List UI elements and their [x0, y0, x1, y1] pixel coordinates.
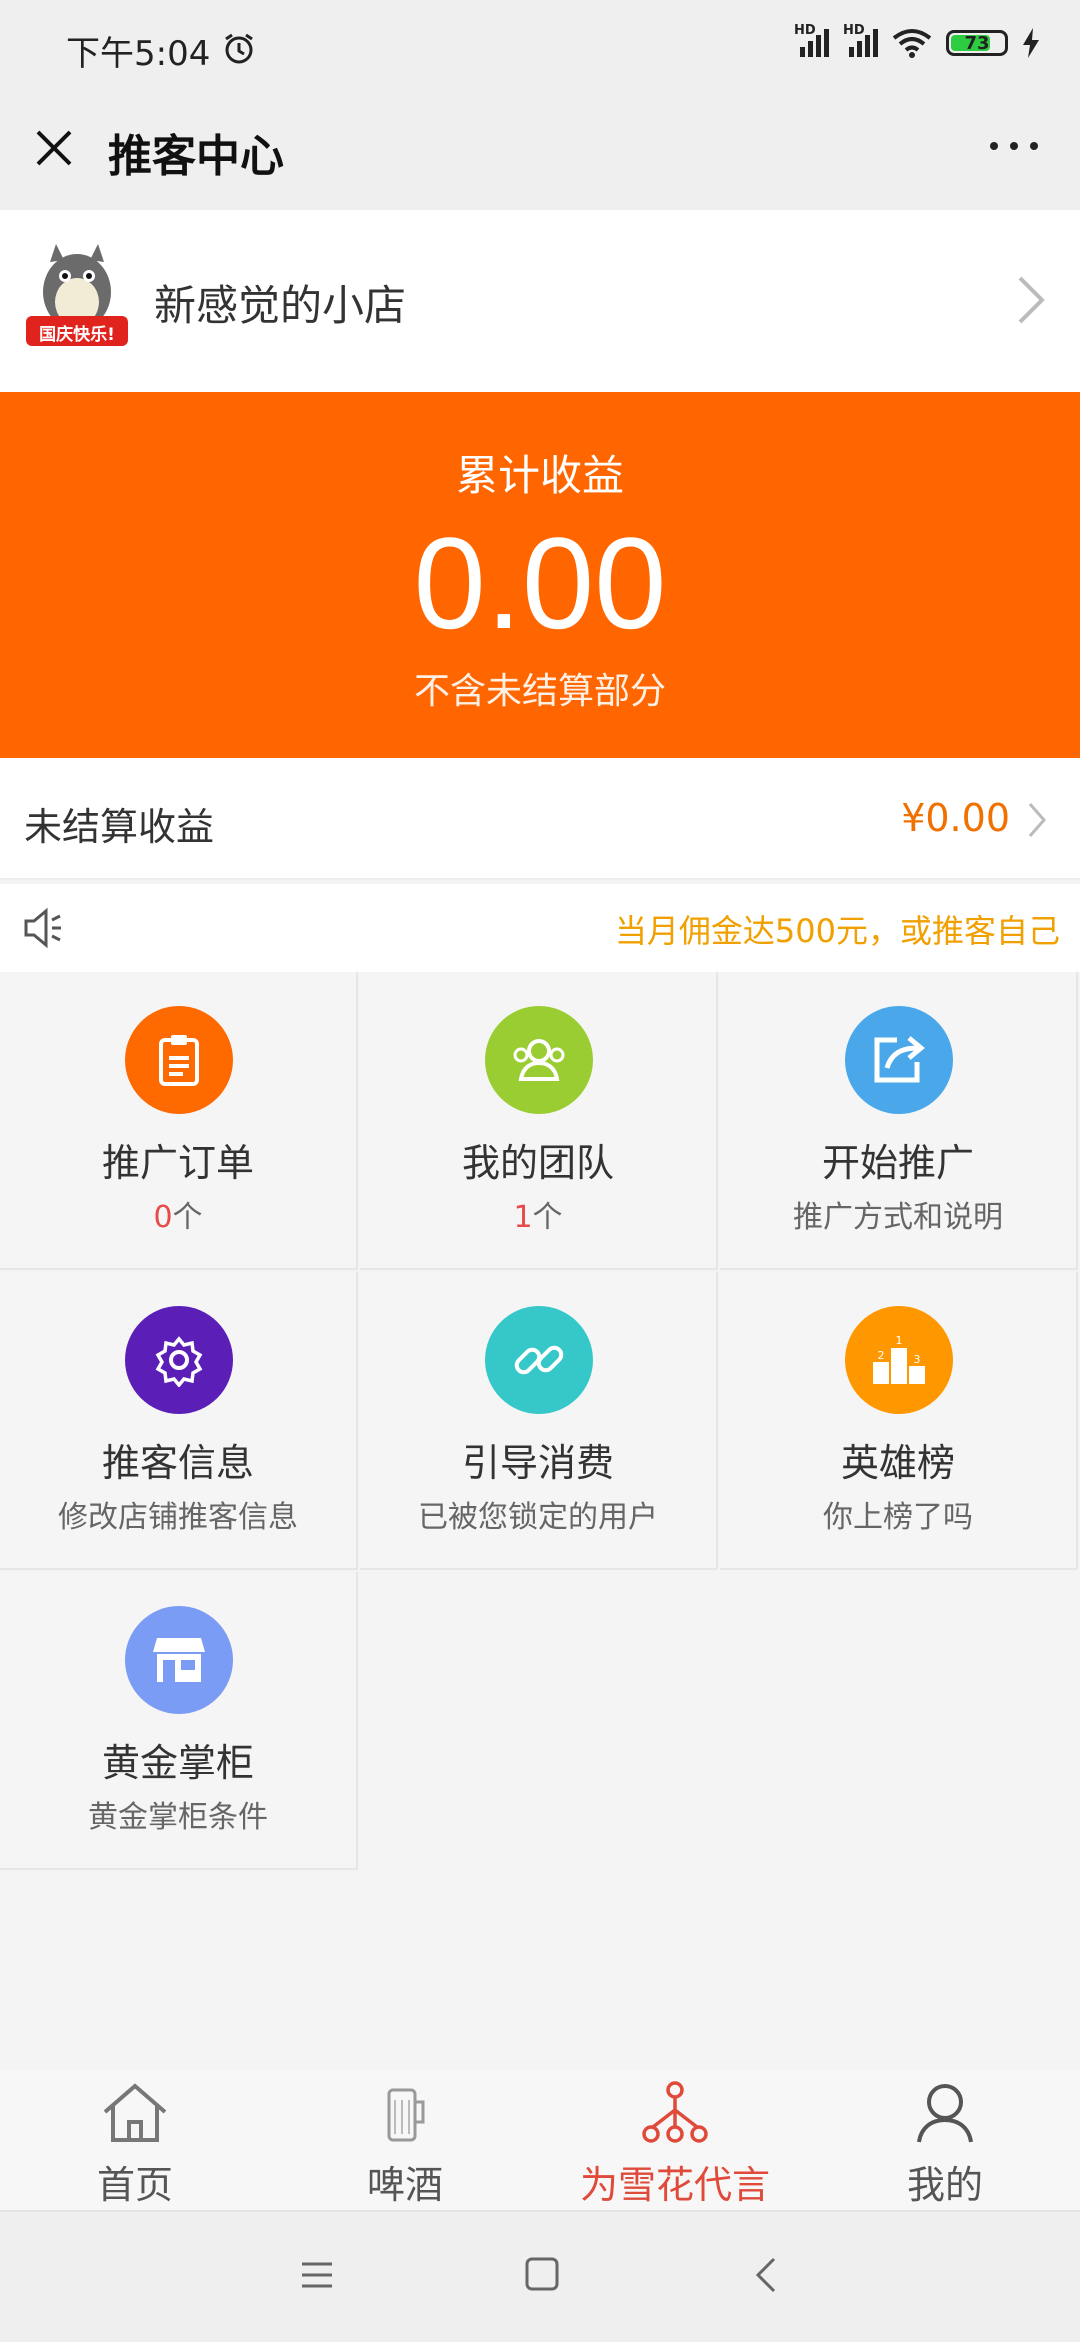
beer-icon	[387, 2088, 425, 2142]
more-menu-icon[interactable]	[990, 142, 1038, 150]
grid-item-promoter-info[interactable]: 推客信息 修改店铺推客信息	[0, 1272, 358, 1570]
unsettled-value: ¥0.00	[901, 796, 1010, 840]
grid-item-subtitle: 你上榜了吗	[823, 1500, 973, 1535]
avatar-badge-text: 国庆快乐!	[39, 325, 115, 345]
user-icon	[917, 2084, 973, 2143]
nav-label: 啤酒	[366, 2163, 443, 2207]
grid-item-subtitle: 已被您锁定的用户	[418, 1500, 658, 1535]
svg-text:1: 1	[896, 1334, 903, 1347]
grid-item-my-team[interactable]: 我的团队 1个	[360, 972, 718, 1270]
nav-label: 我的	[906, 2163, 983, 2207]
grid-item-title: 英雄榜	[840, 1441, 955, 1485]
grid-item-title: 推客信息	[101, 1441, 254, 1485]
chevron-right-icon	[1026, 800, 1048, 844]
chevron-right-icon	[1014, 272, 1048, 332]
share-icon	[845, 1006, 953, 1114]
grid-item-subtitle: 推广方式和说明	[793, 1200, 1003, 1235]
order-count: 0	[153, 1200, 173, 1235]
wifi-icon	[892, 29, 932, 58]
back-icon[interactable]	[752, 2256, 782, 2298]
earnings-note: 不含未结算部分	[413, 671, 666, 712]
home-square-icon[interactable]	[524, 2256, 560, 2296]
status-time: 下午5:04	[66, 34, 211, 74]
grid-item-promo-orders[interactable]: 推广订单 0个	[0, 972, 358, 1270]
grid-item-gold-manager[interactable]: 黄金掌柜 黄金掌柜条件	[0, 1572, 358, 1870]
notice-text: 当月佣金达500元，或推客自己	[614, 912, 1060, 950]
menu-icon[interactable]	[300, 2258, 334, 2296]
gear-icon	[125, 1306, 233, 1414]
battery-icon: 73	[946, 30, 1008, 56]
alarm-icon	[222, 32, 256, 70]
page-title: 推客中心	[108, 131, 284, 182]
grid-item-title: 引导消费	[461, 1441, 614, 1485]
team-count: 1	[513, 1200, 533, 1235]
svg-text:3: 3	[914, 1353, 921, 1366]
count-unit: 个	[532, 1200, 563, 1235]
grid-item-start-promo[interactable]: 开始推广 推广方式和说明	[720, 972, 1078, 1270]
network-icon	[642, 2081, 708, 2143]
close-icon[interactable]	[30, 124, 78, 176]
nav-label: 首页	[96, 2163, 173, 2207]
svg-text:2: 2	[878, 1349, 885, 1362]
grid-item-subtitle: 黄金掌柜条件	[88, 1800, 268, 1835]
earnings-banner: 累计收益 0.00 不含未结算部分	[0, 392, 1080, 758]
home-icon	[103, 2083, 167, 2142]
grid-item-title: 推广订单	[101, 1141, 254, 1185]
nav-endorse[interactable]: 为雪花代言	[540, 2080, 810, 2209]
earnings-label: 累计收益	[455, 451, 624, 500]
signal-icon: HD	[794, 23, 829, 57]
speaker-icon	[22, 906, 66, 954]
grid-item-title: 我的团队	[461, 1141, 614, 1185]
nav-home[interactable]: 首页	[0, 2080, 270, 2209]
store-icon	[125, 1606, 233, 1714]
nav-beer[interactable]: 啤酒	[270, 2080, 540, 2209]
link-icon	[485, 1306, 593, 1414]
team-icon	[485, 1006, 593, 1114]
clipboard-icon	[125, 1006, 233, 1114]
grid-item-guide-consumption[interactable]: 引导消费 已被您锁定的用户	[360, 1272, 718, 1570]
grid-item-leaderboard[interactable]: 12 3 英雄榜 你上榜了吗	[720, 1272, 1078, 1570]
earnings-amount: 0.00	[413, 510, 667, 656]
grid-item-title: 开始推广	[821, 1141, 974, 1185]
store-name: 新感觉的小店	[154, 281, 407, 330]
nav-label: 为雪花代言	[579, 2163, 770, 2207]
count-unit: 个	[172, 1200, 203, 1235]
store-avatar: 国庆快乐!	[22, 240, 132, 350]
signal-icon: HD	[843, 23, 878, 57]
charging-icon	[1023, 28, 1039, 58]
podium-icon: 12 3	[845, 1306, 953, 1414]
grid-item-title: 黄金掌柜	[101, 1741, 254, 1785]
grid-item-subtitle: 修改店铺推客信息	[58, 1500, 298, 1535]
unsettled-label: 未结算收益	[24, 805, 215, 849]
status-icons: HD HD 73	[794, 23, 1040, 58]
nav-mine[interactable]: 我的	[810, 2080, 1080, 2209]
